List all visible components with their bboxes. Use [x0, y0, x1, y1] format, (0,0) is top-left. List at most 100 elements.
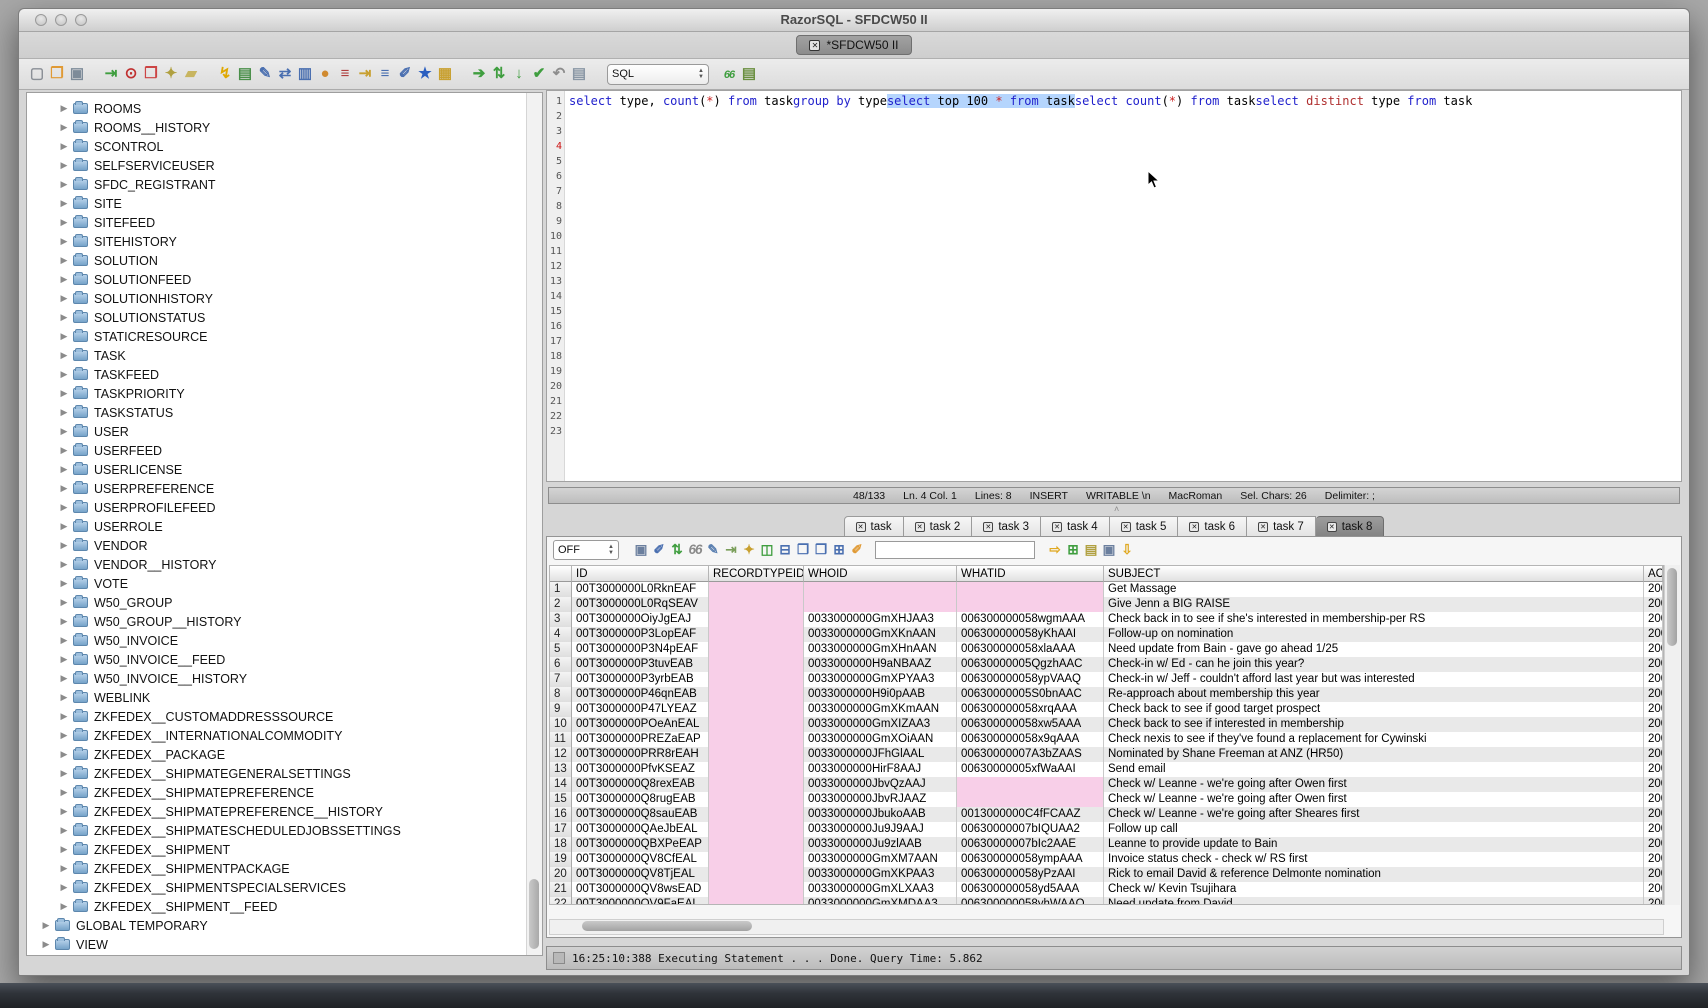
tree-item[interactable]: ▶USER — [27, 422, 542, 441]
tree-item[interactable]: ▶ZKFEDEX__SHIPMENT — [27, 840, 542, 859]
disclosure-triangle-icon[interactable]: ▶ — [57, 521, 71, 532]
tree-item[interactable]: ▶ZKFEDEX__SHIPMATEPREFERENCE__HISTORY — [27, 802, 542, 821]
disclosure-triangle-icon[interactable]: ▶ — [57, 692, 71, 703]
clipboard-icon[interactable]: ▤ — [1082, 541, 1100, 559]
results-hscrollbar-thumb[interactable] — [582, 921, 752, 931]
tree-item[interactable]: ▶TASKSTATUS — [27, 403, 542, 422]
result-tab-task-4[interactable]: ✕task 4 — [1041, 516, 1110, 537]
rollback-icon[interactable]: ↶ — [549, 64, 569, 84]
tree-item[interactable]: ▶W50_GROUP__HISTORY — [27, 612, 542, 631]
result-tab-task[interactable]: ✕task — [844, 516, 904, 537]
table-row[interactable]: 1200T3000000PRR8rEAH0033000000JFhGlAAL00… — [550, 747, 1663, 762]
results-horizontal-scrollbar[interactable] — [549, 919, 1664, 935]
table-row[interactable]: 1400T3000000Q8rexEAB0033000000JbvQzAAJCh… — [550, 777, 1663, 792]
close-tab-icon[interactable]: ✕ — [1121, 522, 1131, 532]
tree-item[interactable]: ▶ZKFEDEX__PACKAGE — [27, 745, 542, 764]
tree-item[interactable]: ▶ZKFEDEX__INTERNATIONALCOMMODITY — [27, 726, 542, 745]
results-vertical-scrollbar[interactable] — [1664, 565, 1680, 905]
connect-database-icon[interactable]: ⇥ — [101, 64, 121, 84]
copy-connection-icon[interactable]: ❒ — [141, 64, 161, 84]
disclosure-triangle-icon[interactable]: ▶ — [57, 388, 71, 399]
disclosure-triangle-icon[interactable]: ▶ — [57, 578, 71, 589]
generate-table-icon[interactable]: ◫ — [758, 541, 776, 559]
table-row[interactable]: 600T3000000P3tuvEAB0033000000H9aNBAAZ006… — [550, 657, 1663, 672]
disclosure-triangle-icon[interactable]: ▶ — [57, 179, 71, 190]
tree-item[interactable]: ▶W50_INVOICE__HISTORY — [27, 669, 542, 688]
tree-item[interactable]: ▶WEBLINK — [27, 688, 542, 707]
tree-scrollbar[interactable] — [526, 93, 542, 955]
tree-item[interactable]: ▶ROOMS — [27, 99, 542, 118]
window-titlebar[interactable]: RazorSQL - SFDCW50 II — [19, 9, 1689, 32]
sync-documents-icon[interactable]: ⇄ — [275, 64, 295, 84]
tree-item[interactable]: ▶VENDOR__HISTORY — [27, 555, 542, 574]
save-grid-icon[interactable]: ▣ — [1100, 541, 1118, 559]
table-row[interactable]: 700T3000000P3yrbEAB0033000000GmXPYAA3006… — [550, 672, 1663, 687]
tree-item[interactable]: ▶GLOBAL TEMPORARY — [27, 916, 542, 935]
execute-query-icon[interactable]: ➔ — [469, 64, 489, 84]
disclosure-triangle-icon[interactable]: ▶ — [39, 939, 53, 950]
tree-item[interactable]: ▶ZKFEDEX__SHIPMENTPACKAGE — [27, 859, 542, 878]
close-tab-icon[interactable]: ✕ — [915, 522, 925, 532]
table-row[interactable]: 1600T3000000Q8sauEAB0033000000JbukoAAB00… — [550, 807, 1663, 822]
table-row[interactable]: 500T3000000P3N4pEAF0033000000GmXHnAAN006… — [550, 642, 1663, 657]
result-tab-task-6[interactable]: ✕task 6 — [1178, 516, 1247, 537]
tree-item[interactable]: ▶USERPROFILEFEED — [27, 498, 542, 517]
table-star-icon[interactable]: ▦ — [435, 64, 455, 84]
table-row[interactable]: 400T3000000P3LopEAF0033000000GmXKnAAN006… — [550, 627, 1663, 642]
disclosure-triangle-icon[interactable]: ▶ — [57, 331, 71, 342]
close-tab-icon[interactable]: ✕ — [1258, 522, 1268, 532]
help-book-icon[interactable]: ● — [315, 64, 335, 84]
commit-icon[interactable]: ✔ — [529, 64, 549, 84]
disclosure-triangle-icon[interactable]: ▶ — [57, 236, 71, 247]
tree-item[interactable]: ▶ZKFEDEX__SHIPMATEPREFERENCE — [27, 783, 542, 802]
disclosure-triangle-icon[interactable]: ▶ — [57, 217, 71, 228]
disclosure-triangle-icon[interactable]: ▶ — [57, 844, 71, 855]
column-header[interactable]: SUBJECT — [1104, 566, 1644, 582]
tree-item[interactable]: ▶SELFSERVICEUSER — [27, 156, 542, 175]
tree-item[interactable]: ▶TASKFEED — [27, 365, 542, 384]
result-tab-task-3[interactable]: ✕task 3 — [972, 516, 1041, 537]
sql-editor[interactable]: 1234567891011121314151617181920212223 se… — [546, 90, 1682, 482]
table-row[interactable]: 800T3000000P46qnEAB0033000000H9i0pAAB006… — [550, 687, 1663, 702]
limit-select[interactable]: OFF ▲▼ — [553, 540, 619, 560]
tree-item[interactable]: ▶ZKFEDEX__SHIPMENT__FEED — [27, 897, 542, 916]
table-row[interactable]: 1000T3000000POeAnEAL0033000000GmXIZAA300… — [550, 717, 1663, 732]
disclosure-triangle-icon[interactable]: ▶ — [57, 198, 71, 209]
tree-item[interactable]: ▶TASKPRIORITY — [27, 384, 542, 403]
column-header[interactable]: WHOID — [804, 566, 957, 582]
execute-all-icon[interactable]: ⇅ — [489, 64, 509, 84]
table-columns-icon[interactable]: ⊟ — [776, 541, 794, 559]
disclosure-triangle-icon[interactable]: ▶ — [57, 806, 71, 817]
tree-item[interactable]: ▶SITEFEED — [27, 213, 542, 232]
disclosure-triangle-icon[interactable]: ▶ — [57, 616, 71, 627]
disclosure-triangle-icon[interactable]: ▶ — [57, 255, 71, 266]
table-row[interactable]: 1500T3000000Q8rugEAB0033000000JbvRJAAZCh… — [550, 792, 1663, 807]
close-tab-icon[interactable]: ✕ — [856, 522, 866, 532]
table-row[interactable]: 1100T3000000PREZaEAP0033000000GmXOiAAN00… — [550, 732, 1663, 747]
result-tab-task-5[interactable]: ✕task 5 — [1110, 516, 1179, 537]
disclosure-triangle-icon[interactable]: ▶ — [57, 312, 71, 323]
copy-results-icon[interactable]: ❒ — [812, 541, 830, 559]
tree-item[interactable]: ▶VOTE — [27, 574, 542, 593]
result-tab-task-2[interactable]: ✕task 2 — [904, 516, 973, 537]
disclosure-triangle-icon[interactable]: ▶ — [57, 559, 71, 570]
disclosure-triangle-icon[interactable]: ▶ — [57, 882, 71, 893]
tree-item[interactable]: ▶STATICRESOURCE — [27, 327, 542, 346]
tree-item[interactable]: ▶USERPREFERENCE — [27, 479, 542, 498]
tree-item[interactable]: ▶ROOMS__HISTORY — [27, 118, 542, 137]
table-panel-icon[interactable]: ❐ — [794, 541, 812, 559]
disclosure-triangle-icon[interactable]: ▶ — [57, 103, 71, 114]
tree-item[interactable]: ▶ZKFEDEX__SHIPMATESCHEDULEDJOBSSETTINGS — [27, 821, 542, 840]
column-header[interactable]: AC — [1644, 566, 1663, 582]
disclosure-triangle-icon[interactable]: ▶ — [57, 141, 71, 152]
tree-item[interactable]: ▶ZKFEDEX__CUSTOMADDRESSSOURCE — [27, 707, 542, 726]
tree-item[interactable]: ▶SCONTROL — [27, 137, 542, 156]
tree-item[interactable]: ▶ZKFEDEX__SHIPMATEGENERALSETTINGS — [27, 764, 542, 783]
save-icon[interactable]: ▣ — [67, 64, 87, 84]
view-results-glasses-icon[interactable]: 66 — [719, 65, 739, 85]
tree-item[interactable]: ▶ZKFEDEX__SHIPMENTSPECIALSERVICES — [27, 878, 542, 897]
table-row[interactable]: 1300T3000000PfvKSEAZ0033000000HirF8AAJ00… — [550, 762, 1663, 777]
tree-item[interactable]: ▶USERFEED — [27, 441, 542, 460]
tree-item[interactable]: ▶SITEHISTORY — [27, 232, 542, 251]
insert-row-icon[interactable]: ⊞ — [1064, 541, 1082, 559]
